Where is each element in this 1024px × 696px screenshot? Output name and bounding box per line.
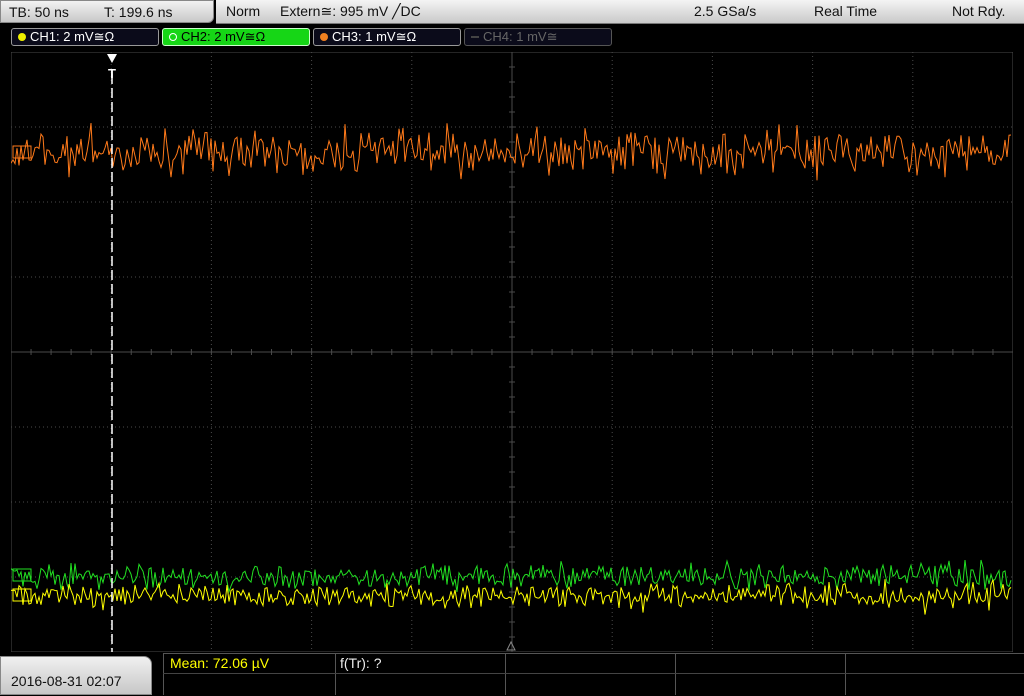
measurement-frequency: f(Tr): ? [340, 655, 382, 671]
ch1-indicator-icon [18, 33, 26, 41]
measurement-mean-cell[interactable]: Mean: 72.06 µV [163, 653, 335, 695]
ch3-indicator-icon [320, 33, 328, 41]
acquisition-mode: Real Time [814, 3, 878, 19]
measurement-empty-cell-1[interactable] [505, 653, 675, 695]
measurement-mean: Mean: 72.06 µV [170, 655, 270, 671]
status-bar: Norm Extern≅: 995 mV ╱DC 2.5 GSa/s Real … [216, 0, 1024, 24]
ch4-indicator-icon [471, 36, 479, 38]
measurement-empty-cell-2[interactable] [675, 653, 845, 695]
trigger-time-value: T: 199.6 ns [104, 4, 173, 20]
waveform-display[interactable]: T [11, 52, 1013, 652]
measurement-empty-cell-3[interactable] [845, 653, 1024, 695]
ch2-label: CH2: 2 mV≅Ω [181, 29, 266, 44]
datetime-panel: 2016-08-31 02:07 [0, 656, 152, 695]
datetime: 2016-08-31 02:07 [11, 673, 122, 689]
channel-tab-ch2[interactable]: CH2: 2 mV≅Ω [162, 28, 310, 46]
trigger-mode[interactable]: Norm [226, 3, 260, 19]
measurement-frequency-cell[interactable]: f(Tr): ? [335, 653, 505, 695]
timebase-panel[interactable]: TB: 50 ns T: 199.6 ns [0, 0, 214, 23]
ch2-indicator-icon [169, 33, 177, 41]
acquisition-state: Not Rdy. [952, 3, 1006, 19]
timebase-value: TB: 50 ns [9, 4, 69, 20]
ch1-label: CH1: 2 mV≅Ω [30, 29, 115, 44]
channel-tab-ch1[interactable]: CH1: 2 mV≅Ω [11, 28, 159, 46]
sample-rate: 2.5 GSa/s [694, 3, 757, 19]
ch4-label: CH4: 1 mV≅ [483, 29, 558, 44]
ch3-label: CH3: 1 mV≅Ω [332, 29, 417, 44]
trigger-position-label: T [108, 66, 116, 81]
channel-tab-ch3[interactable]: CH3: 1 mV≅Ω [313, 28, 461, 46]
trigger-source[interactable]: Extern≅: 995 mV ╱DC [280, 3, 421, 20]
channel-tab-ch4[interactable]: CH4: 1 mV≅ [464, 28, 612, 46]
measurement-row-divider [163, 673, 1024, 674]
